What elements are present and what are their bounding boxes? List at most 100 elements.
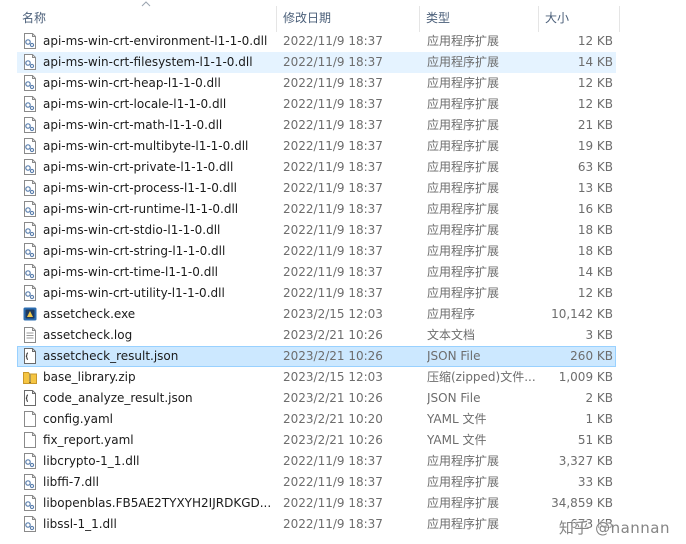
file-size: 19 KB xyxy=(577,139,613,153)
dll-icon xyxy=(23,201,39,218)
dll-icon xyxy=(23,285,39,302)
file-row[interactable]: assetcheck.log 2023/2/21 10:26 文本文档 3 KB xyxy=(17,325,616,346)
file-type: YAML 文件 xyxy=(427,412,487,426)
json-file-icon xyxy=(23,390,39,407)
file-name: api-ms-win-crt-string-l1-1-0.dll xyxy=(43,244,226,258)
file-type: 应用程序扩展 xyxy=(427,34,500,48)
file-row[interactable]: api-ms-win-crt-filesystem-l1-1-0.dll 2022… xyxy=(17,52,616,73)
file-modified-date: 2022/11/9 18:37 xyxy=(283,202,383,216)
dll-icon xyxy=(23,222,39,239)
file-size: 12 KB xyxy=(577,34,613,48)
file-row[interactable]: assetcheck.exe 2023/2/15 12:03 应用程序 10,142 … xyxy=(17,304,616,325)
file-modified-date: 2023/2/21 10:26 xyxy=(283,328,383,342)
file-size: 34,859 KB xyxy=(551,496,613,510)
file-row[interactable]: code_analyze_result.json 2023/2/21 10:26 J… xyxy=(17,388,616,409)
file-name: api-ms-win-crt-math-l1-1-0.dll xyxy=(43,118,223,132)
file-row[interactable]: api-ms-win-crt-runtime-l1-1-0.dll 2022/11… xyxy=(17,199,616,220)
file-modified-date: 2022/11/9 18:37 xyxy=(283,97,383,111)
file-size: 12 KB xyxy=(577,76,613,90)
file-modified-date: 2022/11/9 18:37 xyxy=(283,475,383,489)
file-size: 63 KB xyxy=(577,160,613,174)
file-modified-date: 2023/2/15 12:03 xyxy=(283,307,383,321)
column-divider[interactable] xyxy=(619,6,620,32)
file-name: api-ms-win-crt-private-l1-1-0.dll xyxy=(43,160,234,174)
blank-file-icon xyxy=(23,411,39,428)
file-name: assetcheck.exe xyxy=(43,307,136,321)
file-size: 18 KB xyxy=(577,244,613,258)
file-modified-date: 2022/11/9 18:37 xyxy=(283,496,383,510)
file-name: api-ms-win-crt-utility-l1-1-0.dll xyxy=(43,286,225,300)
exe-icon xyxy=(23,306,39,323)
file-type: 应用程序扩展 xyxy=(427,181,500,195)
dll-icon xyxy=(23,96,39,113)
file-row[interactable]: api-ms-win-crt-math-l1-1-0.dll 2022/11/9 … xyxy=(17,115,616,136)
dll-icon xyxy=(23,54,39,71)
file-row[interactable]: api-ms-win-crt-time-l1-1-0.dll 2022/11/9 … xyxy=(17,262,616,283)
file-size: 21 KB xyxy=(577,118,613,132)
file-type: 应用程序扩展 xyxy=(427,286,500,300)
file-explorer-list: 名称 修改日期 类型 大小 api-ms-win-crt-environment… xyxy=(0,0,686,544)
file-row[interactable]: base_library.zip 2023/2/15 12:03 压缩(zipped… xyxy=(17,367,616,388)
column-header-size[interactable]: 大小 xyxy=(539,8,619,28)
file-type: 应用程序扩展 xyxy=(427,76,500,90)
file-size: 2 KB xyxy=(585,391,613,405)
file-size: 3 KB xyxy=(585,328,613,342)
file-size: 12 KB xyxy=(577,286,613,300)
file-row[interactable]: libssl-1_1.dll 2022/11/9 18:37 应用程序扩展 673 K… xyxy=(17,514,616,535)
file-row[interactable]: api-ms-win-crt-string-l1-1-0.dll 2022/11/… xyxy=(17,241,616,262)
file-name: api-ms-win-crt-filesystem-l1-1-0.dll xyxy=(43,55,253,69)
file-type: 应用程序扩展 xyxy=(427,244,500,258)
file-name: api-ms-win-crt-environment-l1-1-0.dll xyxy=(43,34,268,48)
file-name: api-ms-win-crt-runtime-l1-1-0.dll xyxy=(43,202,239,216)
file-row[interactable]: libffi-7.dll 2022/11/9 18:37 应用程序扩展 33 KB xyxy=(17,472,616,493)
file-row[interactable]: config.yaml 2023/2/21 10:20 YAML 文件 1 KB xyxy=(17,409,616,430)
file-row[interactable]: api-ms-win-crt-utility-l1-1-0.dll 2022/11… xyxy=(17,283,616,304)
file-modified-date: 2022/11/9 18:37 xyxy=(283,265,383,279)
dll-icon xyxy=(23,474,39,491)
file-type: 应用程序扩展 xyxy=(427,55,500,69)
file-row[interactable]: api-ms-win-crt-environment-l1-1-0.dll 202… xyxy=(17,31,616,52)
file-size: 13 KB xyxy=(577,181,613,195)
column-header-type[interactable]: 类型 xyxy=(420,8,538,28)
file-name: api-ms-win-crt-locale-l1-1-0.dll xyxy=(43,97,227,111)
file-row[interactable]: api-ms-win-crt-process-l1-1-0.dll 2022/11… xyxy=(17,178,616,199)
file-row[interactable]: libcrypto-1_1.dll 2022/11/9 18:37 应用程序扩展 3,… xyxy=(17,451,616,472)
file-row[interactable]: api-ms-win-crt-heap-l1-1-0.dll 2022/11/9 … xyxy=(17,73,616,94)
file-name: api-ms-win-crt-time-l1-1-0.dll xyxy=(43,265,218,279)
json-file-icon xyxy=(23,348,39,365)
file-name: libffi-7.dll xyxy=(43,475,99,489)
file-type: 应用程序扩展 xyxy=(427,202,500,216)
file-size: 33 KB xyxy=(577,475,613,489)
column-header-name[interactable]: 名称 xyxy=(16,8,276,28)
file-name: assetcheck_result.json xyxy=(43,349,179,363)
file-type: 应用程序扩展 xyxy=(427,496,500,510)
file-row[interactable]: api-ms-win-crt-stdio-l1-1-0.dll 2022/11/9… xyxy=(17,220,616,241)
file-name: api-ms-win-crt-process-l1-1-0.dll xyxy=(43,181,237,195)
file-name: api-ms-win-crt-stdio-l1-1-0.dll xyxy=(43,223,221,237)
file-size: 1,009 KB xyxy=(558,370,613,384)
file-row[interactable]: assetcheck_result.json 2023/2/21 10:26 JSO… xyxy=(17,346,616,367)
file-type: 应用程序 xyxy=(427,307,476,321)
dll-icon xyxy=(23,180,39,197)
blank-file-icon xyxy=(23,432,39,449)
file-row[interactable]: api-ms-win-crt-multibyte-l1-1-0.dll 2022/… xyxy=(17,136,616,157)
file-row[interactable]: api-ms-win-crt-private-l1-1-0.dll 2022/11… xyxy=(17,157,616,178)
file-size: 14 KB xyxy=(577,55,613,69)
dll-icon xyxy=(23,138,39,155)
file-size: 51 KB xyxy=(577,433,613,447)
file-modified-date: 2022/11/9 18:37 xyxy=(283,286,383,300)
column-header-date[interactable]: 修改日期 xyxy=(277,8,419,28)
dll-icon xyxy=(23,117,39,134)
file-type: 应用程序扩展 xyxy=(427,97,500,111)
file-row[interactable]: libopenblas.FB5AE2TYXYH2IJRDKGD... 2022/1… xyxy=(17,493,616,514)
file-row[interactable]: api-ms-win-crt-locale-l1-1-0.dll 2022/11/… xyxy=(17,94,616,115)
file-name: config.yaml xyxy=(43,412,114,426)
file-row[interactable]: fix_report.yaml 2023/2/21 10:26 YAML 文件 51 … xyxy=(17,430,616,451)
dll-icon xyxy=(23,516,39,533)
file-size: 10,142 KB xyxy=(551,307,613,321)
file-size: 14 KB xyxy=(577,265,613,279)
file-modified-date: 2023/2/21 10:26 xyxy=(283,391,383,405)
file-name: libssl-1_1.dll xyxy=(43,517,117,531)
file-modified-date: 2023/2/15 12:03 xyxy=(283,370,383,384)
file-type: 应用程序扩展 xyxy=(427,118,500,132)
